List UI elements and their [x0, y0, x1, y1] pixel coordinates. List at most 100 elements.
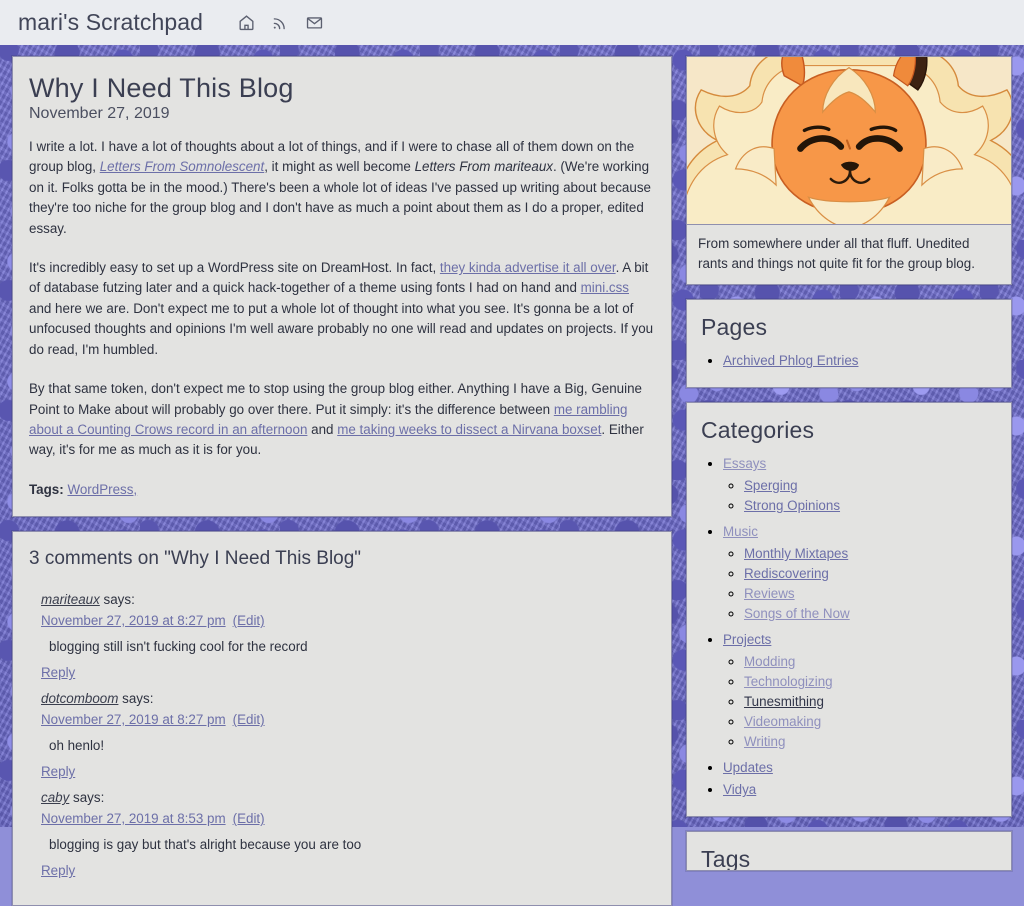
- paragraph-2: It's incredibly easy to set up a WordPre…: [29, 258, 655, 360]
- comment-author-line: dotcomboom says:: [41, 689, 655, 709]
- category-link-updates[interactable]: Updates: [723, 760, 773, 775]
- category-link-videomaking[interactable]: Videomaking: [744, 714, 821, 729]
- categories-widget-title: Categories: [701, 417, 997, 444]
- categories-list: Essays Sperging Strong Opinions Music Mo…: [701, 454, 997, 800]
- reply-link[interactable]: Reply: [41, 764, 75, 779]
- says-label: says:: [122, 691, 153, 706]
- sidebar: From somewhere under all that fluff. Une…: [686, 56, 1012, 827]
- comment-reply: Reply: [41, 762, 655, 782]
- emphasis-run: Letters From mariteaux: [415, 159, 553, 174]
- comment-meta: November 27, 2019 at 8:53 pm (Edit): [41, 809, 655, 829]
- text-run: , it might as well become: [264, 159, 414, 174]
- comment-author-line: mariteaux says:: [41, 590, 655, 610]
- list-item: Rediscovering: [744, 564, 997, 584]
- category-link-technologizing[interactable]: Technologizing: [744, 674, 833, 689]
- comment-edit-link[interactable]: (Edit): [233, 613, 265, 628]
- category-link-projects[interactable]: Projects: [723, 632, 771, 647]
- comment-meta: November 27, 2019 at 8:27 pm (Edit): [41, 611, 655, 631]
- categories-widget: Categories Essays Sperging Strong Opinio…: [686, 402, 1012, 817]
- comments-section: 3 comments on "Why I Need This Blog" mar…: [12, 531, 672, 906]
- text-run: It's incredibly easy to set up a WordPre…: [29, 260, 440, 275]
- comment-meta: November 27, 2019 at 8:27 pm (Edit): [41, 710, 655, 730]
- comment-reply: Reply: [41, 663, 655, 683]
- comment-author-line: caby says:: [41, 788, 655, 808]
- text-run: and here we are. Don't expect me to put …: [29, 301, 653, 357]
- mail-icon[interactable]: [297, 6, 331, 40]
- list-item: Songs of the Now: [744, 604, 997, 624]
- category-link-songs-of-the-now[interactable]: Songs of the Now: [744, 606, 850, 621]
- main-content-column: Why I Need This Blog November 27, 2019 I…: [12, 56, 672, 827]
- category-link-essays[interactable]: Essays: [723, 456, 766, 471]
- list-item: Updates: [723, 758, 997, 778]
- subcategory-list: Modding Technologizing Tunesmithing Vide…: [723, 652, 997, 752]
- site-header: mari's Scratchpad: [0, 0, 1024, 45]
- comment-reply: Reply: [41, 861, 655, 881]
- comment-edit-link[interactable]: (Edit): [233, 811, 265, 826]
- list-item: Tunesmithing: [744, 692, 997, 712]
- category-link-modding[interactable]: Modding: [744, 654, 795, 669]
- site-title: mari's Scratchpad: [18, 9, 203, 36]
- category-link-monthly-mixtapes[interactable]: Monthly Mixtapes: [744, 546, 848, 561]
- text-run: By that same token, don't expect me to s…: [29, 381, 642, 416]
- comment-text: oh henlo!: [49, 736, 655, 756]
- reply-link[interactable]: Reply: [41, 863, 75, 878]
- link-mini-css[interactable]: mini.css: [581, 280, 629, 295]
- category-link-writing[interactable]: Writing: [744, 734, 785, 749]
- sidebar-header-image-widget: From somewhere under all that fluff. Une…: [686, 56, 1012, 285]
- link-label: Letters From Somnolescent: [100, 159, 264, 174]
- list-item: Writing: [744, 732, 997, 752]
- subcategory-list: Monthly Mixtapes Rediscovering Reviews S…: [723, 544, 997, 624]
- post-body: I write a lot. I have a lot of thoughts …: [29, 137, 655, 500]
- comments-heading: 3 comments on "Why I Need This Blog": [29, 548, 655, 570]
- category-link-vidya[interactable]: Vidya: [723, 782, 756, 797]
- list-item: Technologizing: [744, 672, 997, 692]
- category-link-tunesmithing[interactable]: Tunesmithing: [744, 694, 824, 709]
- page-title: Why I Need This Blog: [29, 73, 655, 104]
- list-item: Essays Sperging Strong Opinions: [723, 454, 997, 516]
- pages-widget: Pages Archived Phlog Entries: [686, 299, 1012, 388]
- category-link-rediscovering[interactable]: Rediscovering: [744, 566, 829, 581]
- home-icon[interactable]: [229, 6, 263, 40]
- pages-list: Archived Phlog Entries: [701, 351, 997, 371]
- comment-author-link[interactable]: mariteaux: [41, 592, 100, 607]
- comment-permalink[interactable]: November 27, 2019 at 8:27 pm: [41, 712, 226, 727]
- category-link-sperging[interactable]: Sperging: [744, 478, 798, 493]
- comment-permalink[interactable]: November 27, 2019 at 8:27 pm: [41, 613, 226, 628]
- subcategory-list: Sperging Strong Opinions: [723, 476, 997, 516]
- link-nirvana-boxset[interactable]: me taking weeks to dissect a Nirvana box…: [337, 422, 601, 437]
- comment-permalink[interactable]: November 27, 2019 at 8:53 pm: [41, 811, 226, 826]
- category-link-strong-opinions[interactable]: Strong Opinions: [744, 498, 840, 513]
- tags-widget: Tags: [686, 831, 1012, 871]
- sidebar-link-archived-phlog-entries[interactable]: Archived Phlog Entries: [723, 353, 858, 368]
- comment-author-link[interactable]: dotcomboom: [41, 691, 118, 706]
- list-item: Modding: [744, 652, 997, 672]
- category-link-reviews[interactable]: Reviews: [744, 586, 795, 601]
- category-link-music[interactable]: Music: [723, 524, 758, 539]
- comment-edit-link[interactable]: (Edit): [233, 712, 265, 727]
- list-item: Monthly Mixtapes: [744, 544, 997, 564]
- comment-item: dotcomboom says: November 27, 2019 at 8:…: [41, 689, 655, 782]
- list-item: Videomaking: [744, 712, 997, 732]
- comment-item: caby says: November 27, 2019 at 8:53 pm (…: [41, 788, 655, 881]
- list-item: Strong Opinions: [744, 496, 997, 516]
- reply-link[interactable]: Reply: [41, 665, 75, 680]
- blog-post: Why I Need This Blog November 27, 2019 I…: [12, 56, 672, 517]
- link-they-kinda-advertise-it-all-over[interactable]: they kinda advertise it all over: [440, 260, 616, 275]
- list-item: Music Monthly Mixtapes Rediscovering Rev…: [723, 522, 997, 624]
- link-letters-from-somnolescent[interactable]: Letters From Somnolescent: [100, 159, 264, 174]
- list-item: Sperging: [744, 476, 997, 496]
- tag-link-wordpress[interactable]: WordPress,: [67, 482, 137, 497]
- list-item: Vidya: [723, 780, 997, 800]
- paragraph-1: I write a lot. I have a lot of thoughts …: [29, 137, 655, 239]
- header-image-caption: From somewhere under all that fluff. Une…: [687, 225, 1011, 284]
- post-date: November 27, 2019: [29, 105, 655, 123]
- rss-icon[interactable]: [263, 6, 297, 40]
- list-item: Reviews: [744, 584, 997, 604]
- comment-author-link[interactable]: caby: [41, 790, 69, 805]
- comment-text: blogging still isn't fucking cool for th…: [49, 637, 655, 657]
- comment-text: blogging is gay but that's alright becau…: [49, 835, 655, 855]
- pages-widget-title: Pages: [701, 314, 997, 341]
- tags-widget-title: Tags: [701, 846, 997, 871]
- paragraph-3: By that same token, don't expect me to s…: [29, 379, 655, 461]
- list-item: Projects Modding Technologizing Tunesmit…: [723, 630, 997, 752]
